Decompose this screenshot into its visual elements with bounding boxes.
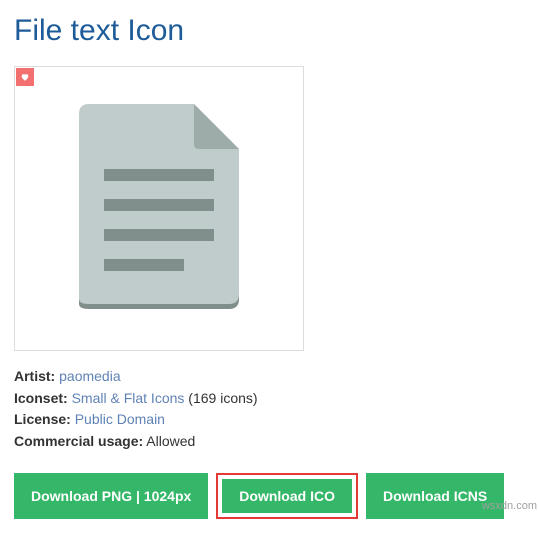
commercial-label: Commercial usage: xyxy=(14,433,143,449)
iconset-label: Iconset: xyxy=(14,390,68,406)
iconset-link[interactable]: Small & Flat Icons xyxy=(72,390,185,406)
license-label: License: xyxy=(14,411,71,427)
artist-label: Artist: xyxy=(14,368,55,384)
page-title: File text Icon xyxy=(14,14,525,48)
artist-link[interactable]: paomedia xyxy=(59,368,121,384)
download-png-button[interactable]: Download PNG | 1024px xyxy=(14,473,208,519)
license-link[interactable]: Public Domain xyxy=(75,411,165,427)
file-text-icon xyxy=(59,99,259,319)
icon-preview-box xyxy=(14,66,304,351)
meta-info: Artist: paomedia Iconset: Small & Flat I… xyxy=(14,366,525,453)
iconset-count: (169 icons) xyxy=(188,390,257,406)
download-row: Download PNG | 1024px Download ICO Downl… xyxy=(14,473,525,519)
commercial-value: Allowed xyxy=(146,433,195,449)
download-ico-button[interactable]: Download ICO xyxy=(222,479,352,513)
heart-icon[interactable] xyxy=(16,68,34,86)
highlighted-button-box: Download ICO xyxy=(216,473,358,519)
watermark: wsxdn.com xyxy=(482,500,537,512)
